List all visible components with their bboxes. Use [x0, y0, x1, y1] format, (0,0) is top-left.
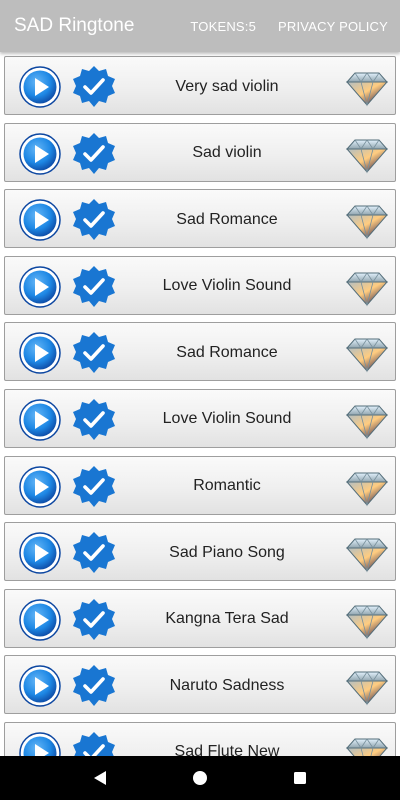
play-circle-icon[interactable]	[18, 132, 62, 176]
diamond-icon[interactable]	[345, 198, 389, 242]
tokens-button[interactable]: TOKENS:5	[190, 19, 256, 34]
system-navigation-bar	[0, 756, 400, 800]
home-circle-icon	[193, 771, 207, 785]
diamond-icon[interactable]	[345, 398, 389, 442]
ringtone-name: Romantic	[193, 477, 261, 495]
play-circle-icon[interactable]	[18, 398, 62, 442]
ringtone-item[interactable]: Naruto Sadness	[4, 655, 396, 715]
diamond-icon[interactable]	[345, 531, 389, 575]
ringtone-item[interactable]: Sad Flute New	[4, 721, 396, 756]
play-circle-icon[interactable]	[18, 198, 62, 242]
ringtone-name: Love Violin Sound	[162, 410, 292, 428]
play-circle-icon[interactable]	[18, 331, 62, 375]
play-circle-icon[interactable]	[18, 465, 62, 509]
ringtone-item[interactable]: Love Violin Sound	[4, 255, 396, 315]
recents-square-icon	[294, 772, 306, 784]
diamond-icon[interactable]	[345, 731, 389, 756]
diamond-icon[interactable]	[345, 331, 389, 375]
app-bar: SAD Ringtone TOKENS:5 PRIVACY POLICY	[0, 0, 400, 52]
back-triangle-icon	[94, 771, 106, 785]
verified-check-icon[interactable]	[71, 397, 117, 443]
verified-check-icon[interactable]	[71, 530, 117, 576]
verified-check-icon[interactable]	[71, 64, 117, 110]
ringtone-item[interactable]: Kangna Tera Sad	[4, 588, 396, 648]
ringtone-name: Sad Romance	[176, 343, 278, 361]
back-button[interactable]	[80, 758, 120, 798]
recents-button[interactable]	[280, 758, 320, 798]
ringtone-name: Sad violin	[192, 144, 262, 162]
verified-check-icon[interactable]	[71, 197, 117, 243]
ringtone-name: Very sad violin	[175, 77, 279, 95]
diamond-icon[interactable]	[345, 132, 389, 176]
ringtone-list[interactable]: Very sad violin Sad violin Sad Romance L…	[0, 52, 400, 756]
verified-check-icon[interactable]	[71, 730, 117, 756]
ringtone-name: Sad Flute New	[174, 743, 280, 756]
ringtone-item[interactable]: Sad Piano Song	[4, 522, 396, 582]
play-circle-icon[interactable]	[18, 65, 62, 109]
ringtone-item[interactable]: Sad violin	[4, 122, 396, 182]
verified-check-icon[interactable]	[71, 464, 117, 510]
verified-check-icon[interactable]	[71, 663, 117, 709]
verified-check-icon[interactable]	[71, 330, 117, 376]
privacy-policy-button[interactable]: PRIVACY POLICY	[278, 19, 388, 34]
play-circle-icon[interactable]	[18, 598, 62, 642]
diamond-icon[interactable]	[345, 465, 389, 509]
verified-check-icon[interactable]	[71, 131, 117, 177]
ringtone-name: Love Violin Sound	[162, 277, 292, 295]
play-circle-icon[interactable]	[18, 531, 62, 575]
ringtone-name: Kangna Tera Sad	[165, 610, 289, 628]
home-button[interactable]	[180, 758, 220, 798]
verified-check-icon[interactable]	[71, 264, 117, 310]
ringtone-name: Naruto Sadness	[169, 676, 285, 694]
diamond-icon[interactable]	[345, 65, 389, 109]
ringtone-item[interactable]: Very sad violin	[4, 56, 396, 115]
ringtone-item[interactable]: Love Violin Sound	[4, 388, 396, 448]
play-circle-icon[interactable]	[18, 731, 62, 756]
play-circle-icon[interactable]	[18, 265, 62, 309]
play-circle-icon[interactable]	[18, 664, 62, 708]
ringtone-item[interactable]: Sad Romance	[4, 189, 396, 249]
ringtone-name: Sad Romance	[176, 210, 278, 228]
diamond-icon[interactable]	[345, 265, 389, 309]
ringtone-item[interactable]: Sad Romance	[4, 322, 396, 382]
ringtone-name: Sad Piano Song	[169, 543, 285, 561]
diamond-icon[interactable]	[345, 664, 389, 708]
ringtone-item[interactable]: Romantic	[4, 455, 396, 515]
verified-check-icon[interactable]	[71, 597, 117, 643]
app-title: SAD Ringtone	[14, 15, 135, 36]
diamond-icon[interactable]	[345, 598, 389, 642]
